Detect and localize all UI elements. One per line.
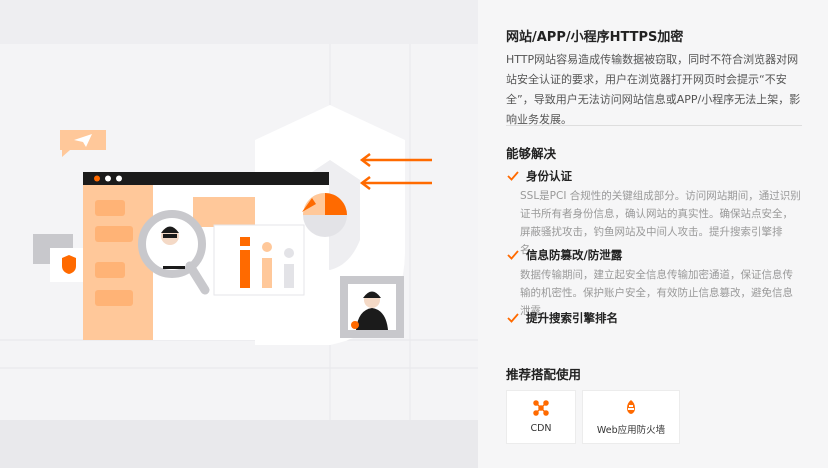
product-description: HTTP网站容易造成传输数据被窃取，同时不符合浏览器对网站安全认证的要求，用户在… — [506, 53, 801, 126]
check-icon — [507, 250, 519, 260]
divider — [506, 125, 802, 126]
check-icon — [507, 313, 519, 323]
check-icon — [507, 171, 519, 181]
recommend-card-cdn[interactable]: CDN — [506, 390, 576, 444]
paper-plane-bubble — [60, 130, 106, 157]
solution-item-title: 身份认证 — [526, 169, 572, 183]
cdn-icon — [533, 400, 549, 416]
hero-illustration — [0, 0, 478, 468]
firewall-icon — [627, 399, 635, 414]
recommend-card-waf[interactable]: Web应用防火墙 — [582, 390, 680, 444]
card-label: Web应用防火墙 — [596, 424, 666, 436]
recommend-title: 推荐搭配使用 — [506, 367, 582, 382]
solutions-title: 能够解决 — [506, 146, 557, 161]
solution-item-title: 信息防篡改/防泄露 — [526, 248, 623, 262]
security-scene-illustration — [0, 44, 478, 420]
product-info-panel: 网站/APP/小程序HTTPS加密 HTTP网站容易造成传输数据被窃取，同时不符… — [478, 0, 828, 468]
solution-item-seo: 提升搜索引擎排名 — [506, 310, 802, 326]
card-label: CDN — [530, 423, 552, 434]
solution-item-title: 提升搜索引擎排名 — [526, 311, 618, 325]
product-title: 网站/APP/小程序HTTPS加密 — [506, 30, 684, 45]
solution-item-identity: 身份认证 SSL是PCI 合规性的关键组成部分。访问网站期间，通过识别证书所有者… — [506, 168, 802, 259]
